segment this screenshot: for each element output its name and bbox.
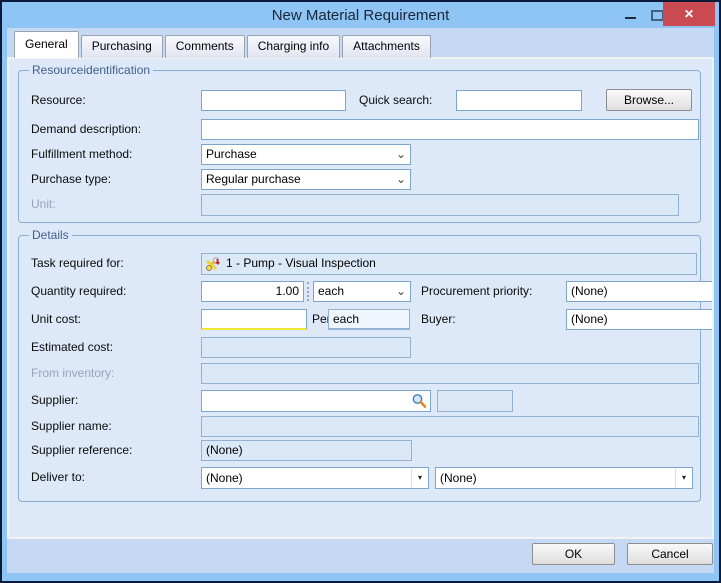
purchase-type-select[interactable]: Regular purchase ⌄	[201, 169, 411, 190]
quantity-uom-select[interactable]: each ⌄	[313, 281, 411, 302]
quantity-required-input[interactable]: 1.00	[201, 281, 304, 302]
quantity-required-label: Quantity required:	[31, 281, 126, 302]
from-inventory-label: From inventory:	[31, 363, 114, 384]
supplier-name-label: Supplier name:	[31, 416, 112, 437]
buyer-field[interactable]: (None)	[566, 309, 714, 330]
unit-cost-label: Unit cost:	[31, 309, 81, 330]
fulfillment-method-select[interactable]: Purchase ⌄	[201, 144, 411, 165]
procurement-priority-field[interactable]: (None)	[566, 281, 714, 302]
task-required-for-label: Task required for:	[31, 253, 124, 274]
quantity-uom-value: each	[318, 284, 344, 298]
minimize-icon[interactable]	[625, 17, 636, 19]
chevron-down-icon: ⌄	[396, 170, 406, 188]
demand-description-input[interactable]	[201, 119, 699, 140]
ok-button[interactable]: OK	[532, 543, 615, 565]
purchase-type-label: Purchase type:	[31, 169, 111, 190]
resource-label: Resource:	[31, 90, 86, 111]
dropdown-triangle-icon: ▾	[675, 468, 692, 488]
cancel-button[interactable]: Cancel	[627, 543, 713, 565]
supplier-label: Supplier:	[31, 390, 78, 411]
deliver-to-value-1: (None)	[206, 471, 243, 485]
browse-button[interactable]: Browse...	[606, 89, 692, 111]
dropdown-triangle-icon: ▾	[411, 468, 428, 488]
fulfillment-method-value: Purchase	[206, 147, 257, 161]
close-button[interactable]: ✕	[663, 2, 715, 26]
titlebar[interactable]: New Material Requirement ✕	[2, 2, 719, 28]
task-required-for-field: 1 - Pump - Visual Inspection	[201, 253, 697, 275]
magnifier-icon[interactable]	[411, 393, 427, 409]
task-required-for-value: 1 - Pump - Visual Inspection	[226, 256, 376, 270]
deliver-to-label: Deliver to:	[31, 467, 85, 488]
supplier-reference-label: Supplier reference:	[31, 440, 132, 461]
tab-charging-info[interactable]: Charging info	[247, 35, 340, 58]
group-details-legend: Details	[29, 228, 72, 242]
tab-general[interactable]: General	[14, 31, 79, 58]
window-title: New Material Requirement	[2, 7, 719, 24]
procurement-priority-label: Procurement priority:	[421, 281, 532, 302]
tab-page-general: Resourceidentification Resource: Quick s…	[7, 57, 714, 539]
task-tools-icon	[205, 256, 222, 273]
estimated-cost-field	[201, 337, 411, 358]
purchase-type-value: Regular purchase	[206, 172, 301, 186]
deliver-to-select-2[interactable]: (None) ▾	[435, 467, 693, 489]
dialog-client-area: General Purchasing Comments Charging inf…	[7, 28, 714, 573]
tab-comments[interactable]: Comments	[165, 35, 245, 58]
fulfillment-method-label: Fulfillment method:	[31, 144, 132, 165]
resource-input[interactable]	[201, 90, 346, 111]
chevron-down-icon: ⌄	[396, 282, 406, 300]
quick-search-label: Quick search:	[359, 90, 432, 111]
unit-field	[201, 194, 679, 216]
per-uom-field[interactable]: each	[328, 309, 410, 330]
deliver-to-select-1[interactable]: (None) ▾	[201, 467, 429, 489]
tab-attachments[interactable]: Attachments	[342, 35, 431, 58]
supplier-code-field	[437, 390, 513, 412]
tab-strip: General Purchasing Comments Charging inf…	[14, 31, 433, 58]
supplier-input[interactable]	[201, 390, 431, 412]
from-inventory-field	[201, 363, 699, 384]
supplier-reference-field: (None)	[201, 440, 412, 461]
quick-search-input[interactable]	[456, 90, 582, 111]
tab-purchasing[interactable]: Purchasing	[81, 35, 163, 58]
estimated-cost-label: Estimated cost:	[31, 337, 113, 358]
supplier-name-field	[201, 416, 699, 437]
unit-label: Unit:	[31, 194, 56, 215]
buyer-label: Buyer:	[421, 309, 456, 330]
demand-description-label: Demand description:	[31, 119, 141, 140]
unit-cost-input[interactable]	[201, 309, 307, 330]
deliver-to-value-2: (None)	[440, 471, 477, 485]
dialog-window: New Material Requirement ✕ General Purch…	[0, 0, 721, 583]
group-resource-identification-legend: Resourceidentification	[29, 63, 153, 77]
chevron-down-icon: ⌄	[396, 145, 406, 163]
quantity-spinner[interactable]	[307, 282, 309, 301]
